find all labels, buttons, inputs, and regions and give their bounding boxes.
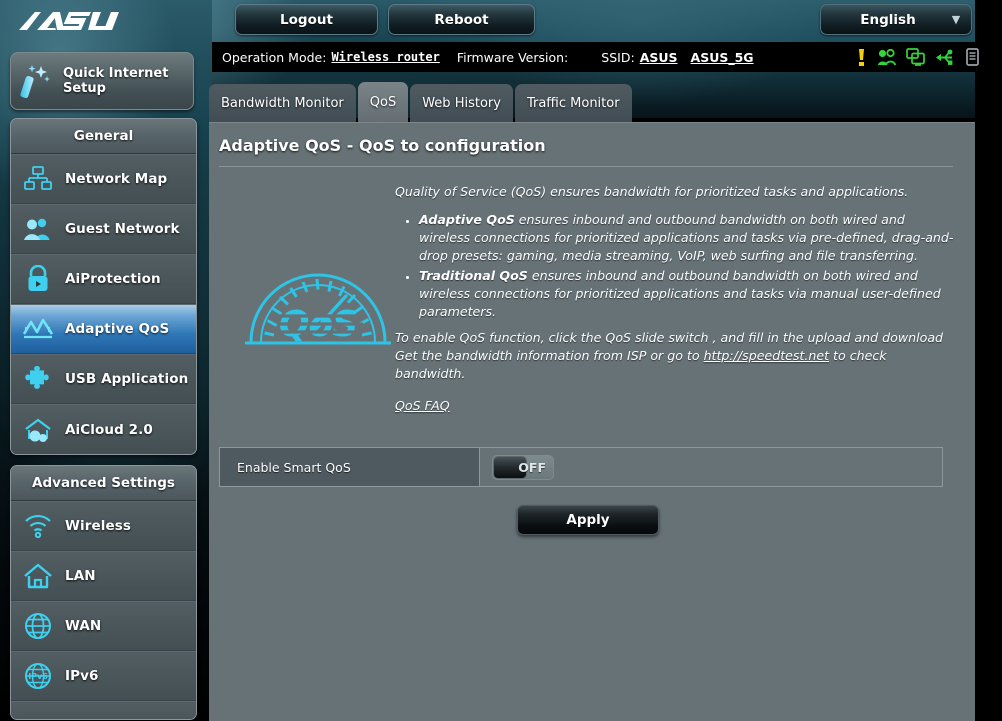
quick-internet-setup-label: Quick Internet Setup [63, 66, 169, 96]
tab-web-history[interactable]: Web History [410, 84, 513, 122]
right-edge-strip [975, 0, 1002, 721]
guest-network-icon [11, 216, 65, 242]
status-icon-group [855, 42, 980, 72]
printer-icon[interactable] [965, 47, 980, 67]
sidebar-item-label: AiCloud 2.0 [65, 421, 153, 438]
sidebar-item-usb-application[interactable]: USB Application [11, 354, 196, 404]
sidebar-item-wireless[interactable]: Wireless [11, 501, 196, 551]
clients-icon[interactable] [877, 48, 897, 67]
enable-smart-qos-value: OFF [480, 448, 942, 486]
sidebar-item-label: Wireless [65, 518, 131, 534]
chevron-down-icon: ▼ [951, 13, 961, 26]
quick-internet-setup-button[interactable]: Quick Internet Setup [10, 52, 194, 110]
language-label: English [860, 11, 916, 28]
sidebar-item-guest-network[interactable]: Guest Network [11, 204, 196, 254]
puzzle-piece-icon [11, 365, 65, 393]
sidebar-item-label: AiProtection [65, 271, 161, 287]
sidebar-item-network-map[interactable]: Network Map [11, 154, 196, 204]
bullet-traditional-qos: Traditional QoS ensures inbound and outb… [419, 267, 955, 321]
reboot-button[interactable]: Reboot [388, 4, 535, 35]
enable-smart-qos-label: Enable Smart QoS [220, 448, 480, 486]
sidebar-item-label: LAN [65, 568, 96, 584]
sidebar-group-general: General Network Map Guest Network AiProt… [10, 118, 197, 455]
sidebar-item-label: WAN [65, 618, 102, 634]
bullet-term: Adaptive QoS [419, 212, 515, 227]
tab-traffic-monitor[interactable]: Traffic Monitor [514, 84, 632, 122]
logout-button[interactable]: Logout [235, 4, 378, 35]
bullet-adaptive-qos: Adaptive QoS ensures inbound and outboun… [419, 211, 955, 265]
page-title: Adaptive QoS - QoS to configuration [219, 136, 546, 155]
alert-icon[interactable] [855, 48, 868, 67]
ipv6-globe-icon: IPv6 [11, 662, 65, 690]
sidebar-group-advanced: Advanced Settings Wireless LAN WAN IPv6 … [10, 465, 197, 720]
speedtest-link[interactable]: http://speedtest.net [704, 348, 829, 363]
router-admin-page: Logout Reboot English ▼ Operation Mode: … [0, 0, 1002, 721]
ssid-label: SSID: [601, 49, 635, 65]
firmware-version-label: Firmware Version: [456, 49, 569, 65]
intro-paragraph: Quality of Service (QoS) ensures bandwid… [395, 184, 909, 199]
qos-bullet-list: Adaptive QoS ensures inbound and outboun… [419, 211, 955, 321]
operation-mode-label: Operation Mode: [222, 49, 327, 65]
sidebar-item-label: IPv6 [65, 668, 99, 684]
home-icon [11, 563, 65, 589]
sidebar-item-lan[interactable]: LAN [11, 551, 196, 601]
shield-lock-icon [11, 265, 65, 293]
operation-status-bar: Operation Mode: Wireless router Firmware… [212, 42, 1002, 72]
toggle-state-label: OFF [518, 459, 546, 475]
globe-icon [11, 612, 65, 640]
network-map-icon [11, 166, 65, 192]
asus-logo [17, 8, 126, 34]
wifi-icon [11, 514, 65, 538]
ssid-value-24g[interactable]: ASUS [640, 50, 678, 65]
ssid-value-5g[interactable]: ASUS_5G [691, 50, 754, 65]
svg-text:IPv6: IPv6 [28, 672, 48, 681]
operation-mode-value[interactable]: Wireless router [331, 50, 439, 64]
tab-qos[interactable]: QoS [357, 82, 409, 122]
qos-wave-icon [11, 317, 65, 341]
usb-icon[interactable] [935, 48, 956, 67]
title-divider [219, 166, 953, 167]
active-item-arrow [196, 316, 197, 342]
sidebar-group-general-title: General [11, 119, 196, 154]
devices-icon[interactable] [906, 47, 926, 67]
sidebar-item-aiprotection[interactable]: AiProtection [11, 254, 196, 304]
smart-qos-toggle[interactable]: OFF [492, 454, 554, 480]
bullet-term: Traditional QoS [419, 268, 528, 283]
tab-bandwidth-monitor[interactable]: Bandwidth Monitor [209, 84, 356, 122]
sidebar-group-advanced-title: Advanced Settings [11, 466, 196, 501]
apply-button[interactable]: Apply [517, 505, 659, 535]
sidebar-item-wan[interactable]: WAN [11, 601, 196, 651]
sidebar-item-label: Network Map [65, 171, 168, 187]
enable-instructions: To enable QoS function, click the QoS sl… [395, 329, 955, 383]
sidebar-item-partial[interactable] [11, 701, 196, 719]
sidebar-item-adaptive-qos[interactable]: Adaptive QoS [11, 304, 196, 354]
description-block: Quality of Service (QoS) ensures bandwid… [395, 183, 955, 415]
magic-wand-icon [11, 63, 63, 99]
asus-logo-mark [19, 12, 119, 30]
sidebar-item-label: Adaptive QoS [65, 321, 170, 337]
content-panel: Adaptive QoS - QoS to configuration QoS … [209, 122, 975, 721]
qos-faq-link[interactable]: QoS FAQ [395, 397, 450, 415]
sidebar-item-ipv6[interactable]: IPv6 IPv6 [11, 651, 196, 701]
qos-speedometer-icon: QoS [243, 248, 393, 348]
sidebar-item-label: USB Application [65, 371, 189, 387]
enable-smart-qos-row: Enable Smart QoS OFF [219, 447, 943, 487]
language-selector[interactable]: English ▼ [820, 4, 972, 35]
cloud-house-icon [11, 417, 65, 443]
tab-bar: Bandwidth Monitor QoS Web History Traffi… [209, 82, 632, 122]
sidebar-item-aicloud[interactable]: AiCloud 2.0 [11, 404, 196, 454]
sidebar-item-label: Guest Network [65, 221, 180, 237]
